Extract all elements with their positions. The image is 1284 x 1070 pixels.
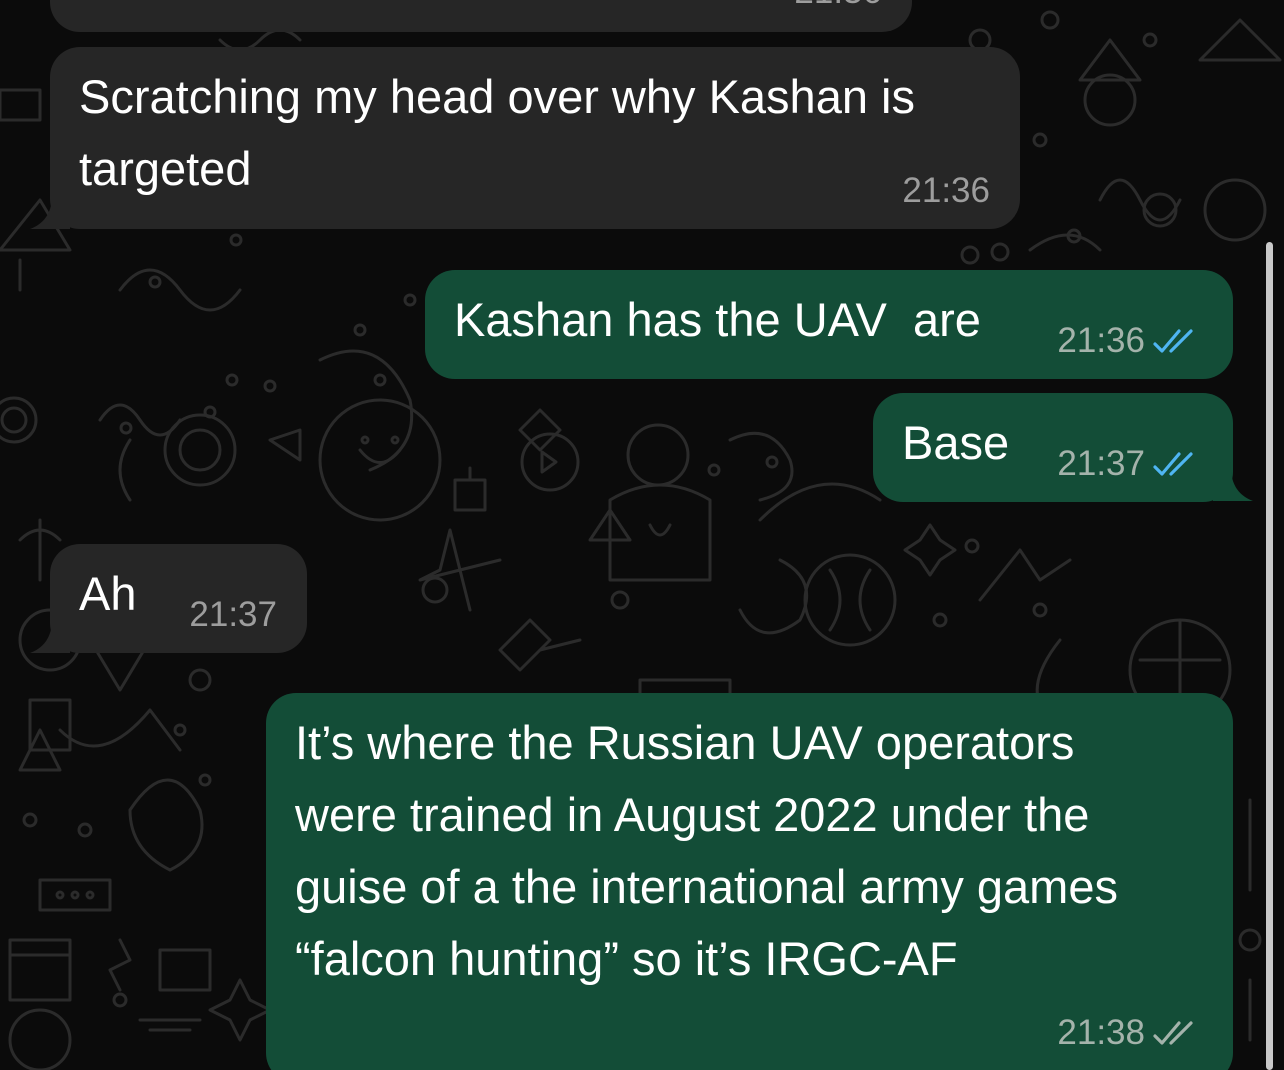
message-meta: 21:37 <box>1057 444 1203 484</box>
message-time: 21:37 <box>1057 444 1145 483</box>
message-text-line: guise of a the international army games <box>295 860 1118 913</box>
bubble-tail <box>30 190 70 229</box>
message-text-line: Base <box>902 416 1010 469</box>
message-bubble-incoming[interactable]: Ah 21:37 <box>50 544 307 653</box>
message-time: 21:36 <box>1057 321 1145 360</box>
read-receipt-icon <box>1153 452 1193 476</box>
scrollbar[interactable] <box>1266 242 1273 1070</box>
message-text-line: Ah <box>79 567 137 620</box>
message-bubble-outgoing[interactable]: It’s where the Russian UAV operators wer… <box>266 693 1233 1070</box>
message-text-line: were trained in August 2022 under the <box>295 788 1090 841</box>
delivered-receipt-icon <box>1153 1021 1193 1045</box>
message-text-line: “falcon hunting” so it’s IRGC-AF <box>295 932 958 985</box>
chat-view[interactable]: 21:36 Scratching my head over why Kashan… <box>0 0 1284 1070</box>
message-time: 21:36 <box>902 171 990 210</box>
message-time: 21:38 <box>1057 1013 1145 1052</box>
message-bubble-incoming[interactable]: Scratching my head over why Kashan is ta… <box>50 47 1020 229</box>
message-meta: 21:36 <box>1057 321 1203 361</box>
bubble-tail <box>30 614 70 653</box>
message-bubble-outgoing[interactable]: Base 21:37 <box>873 393 1233 502</box>
bubble-tail <box>1213 462 1253 501</box>
message-text-line: Scratching my head over why Kashan is <box>79 70 915 123</box>
message-time: 21:37 <box>189 595 277 634</box>
message-time: 21:36 <box>794 0 882 12</box>
message-text-line: Kashan has the UAV are <box>454 293 981 346</box>
read-receipt-icon <box>1153 329 1193 353</box>
message-text-line: It’s where the Russian UAV operators <box>295 716 1075 769</box>
message-bubble-outgoing[interactable]: Kashan has the UAV are 21:36 <box>425 270 1233 379</box>
message-bubble-incoming[interactable]: 21:36 <box>50 0 912 32</box>
message-meta: 21:38 <box>1057 1013 1203 1053</box>
message-text-line: targeted <box>79 142 252 195</box>
